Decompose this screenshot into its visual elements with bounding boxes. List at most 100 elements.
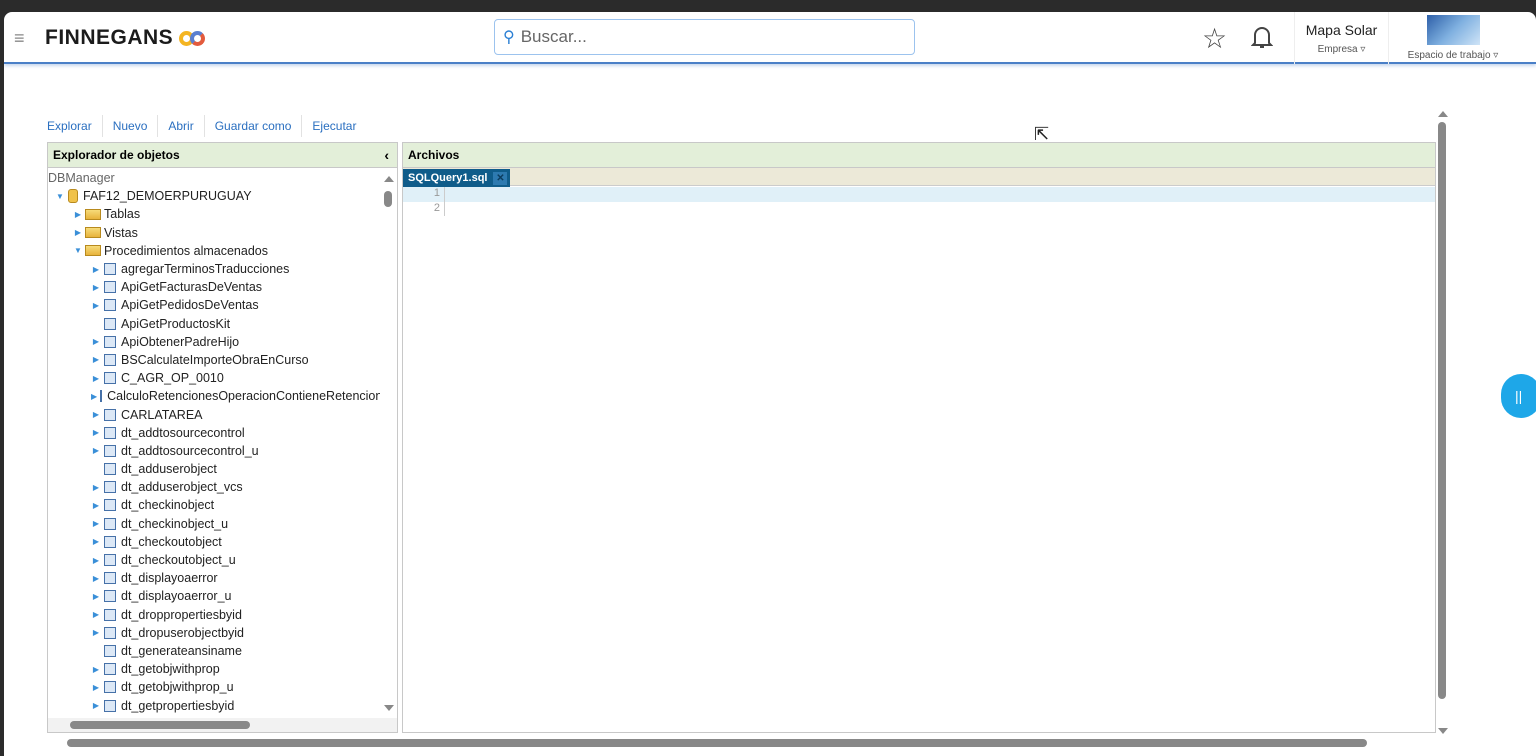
scroll-thumb[interactable] <box>67 739 1367 747</box>
sql-editor[interactable]: 1 2 <box>403 187 1435 216</box>
tree-procedure[interactable]: ▶ dt_addtosourcecontrol_u <box>48 442 381 460</box>
workspace-selector[interactable]: Espacio de trabajo ▿ <box>1390 12 1516 64</box>
toolbar: Explorar Nuevo Abrir Guardar como Ejecut… <box>47 115 366 137</box>
favorites-star-icon[interactable]: ☆ <box>1202 22 1227 55</box>
collapsed-arrow-icon[interactable]: ▶ <box>91 392 97 401</box>
procedure-label: dt_addtosourcecontrol_u <box>121 443 259 458</box>
collapsed-arrow-icon[interactable]: ▶ <box>91 337 101 346</box>
tree-root[interactable]: DBManager <box>48 169 381 187</box>
expanded-arrow-icon[interactable]: ▼ <box>55 192 65 201</box>
collapsed-arrow-icon[interactable]: ▶ <box>91 519 101 528</box>
tree-procedure[interactable]: ▶ CalculoRetencionesOperacionContieneRete… <box>48 387 381 405</box>
tree-procedure[interactable]: dt_adduserobject <box>48 460 381 478</box>
brand-logo[interactable]: FINNEGANS <box>45 26 207 50</box>
tree-procedure[interactable]: ▶ dt_checkoutobject_u <box>48 551 381 569</box>
explorar-link[interactable]: Explorar <box>47 115 103 137</box>
procedure-icon <box>104 263 116 276</box>
tree-procedure[interactable]: ▶ dt_checkinobject <box>48 496 381 514</box>
close-tab-icon[interactable]: ✕ <box>493 171 508 185</box>
company-selector[interactable]: Mapa Solar Empresa ▿ <box>1294 12 1389 64</box>
tree-procedure[interactable]: ▶ agregarTerminosTraducciones <box>48 260 381 278</box>
scroll-up-icon[interactable] <box>384 176 394 182</box>
tree-procedure[interactable]: ▶ C_AGR_OP_0010 <box>48 369 381 387</box>
tree-procedure[interactable]: ▶ dt_displayoaerror_u <box>48 587 381 605</box>
procedure-icon <box>104 608 116 621</box>
search-placeholder: Buscar... <box>520 27 587 46</box>
collapsed-arrow-icon[interactable]: ▶ <box>91 446 101 455</box>
tree-procedure[interactable]: ▶ dt_getobjwithprop <box>48 660 381 678</box>
tree-procedure[interactable]: ▶ CARLATAREA <box>48 405 381 423</box>
tree-procedure[interactable]: ▶ dt_adduserobject_vcs <box>48 478 381 496</box>
tree-procedure[interactable]: ▶ dt_getpropertiesbyid <box>48 696 381 714</box>
tree-procedure[interactable]: ▶ dt_addtosourcecontrol <box>48 424 381 442</box>
collapsed-arrow-icon[interactable]: ▶ <box>73 210 83 219</box>
notifications-bell-icon[interactable] <box>1251 23 1273 51</box>
workspace-label: Espacio de trabajo ▿ <box>1407 50 1499 61</box>
tree-vertical-scrollbar[interactable] <box>380 169 397 719</box>
tree-procedure[interactable]: ApiGetProductosKit <box>48 315 381 333</box>
editor-line[interactable]: 2 <box>403 201 1435 216</box>
tab-sqlquery1[interactable]: SQLQuery1.sql ✕ <box>403 169 511 187</box>
collapsed-arrow-icon[interactable]: ▶ <box>73 228 83 237</box>
scroll-down-icon[interactable] <box>384 705 394 711</box>
tree-procedure[interactable]: ▶ dt_getobjwithprop_u <box>48 678 381 696</box>
page-horizontal-scrollbar[interactable] <box>49 736 1434 750</box>
tree-procedure[interactable]: dt_generateansiname <box>48 642 381 660</box>
tree-folder-procedimientos[interactable]: ▼ Procedimientos almacenados <box>48 242 381 260</box>
tree-database[interactable]: ▼ FAF12_DEMOERPURUGUAY <box>48 187 381 205</box>
tree-procedure[interactable]: ▶ BSCalculateImporteObraEnCurso <box>48 351 381 369</box>
collapsed-arrow-icon[interactable]: ▶ <box>91 556 101 565</box>
menu-icon[interactable]: ≡ <box>14 28 25 49</box>
nuevo-link[interactable]: Nuevo <box>103 115 159 137</box>
scroll-thumb[interactable] <box>1438 122 1446 699</box>
collapse-panel-icon[interactable]: ‹ <box>384 143 389 167</box>
collapsed-arrow-icon[interactable]: ▶ <box>91 428 101 437</box>
procedure-icon <box>104 353 116 366</box>
side-panel-toggle[interactable]: || <box>1501 374 1536 418</box>
collapsed-arrow-icon[interactable]: ▶ <box>91 628 101 637</box>
tree-folder-tablas[interactable]: ▶ Tablas <box>48 205 381 223</box>
tree-procedure[interactable]: ▶ dt_droppropertiesbyid <box>48 606 381 624</box>
collapsed-arrow-icon[interactable]: ▶ <box>91 265 101 274</box>
tree-procedure[interactable]: ▶ dt_checkoutobject <box>48 533 381 551</box>
abrir-link[interactable]: Abrir <box>158 115 205 137</box>
collapsed-arrow-icon[interactable]: ▶ <box>91 574 101 583</box>
collapsed-arrow-icon[interactable]: ▶ <box>91 683 101 692</box>
collapsed-arrow-icon[interactable]: ▶ <box>91 501 101 510</box>
tree-procedure[interactable]: ▶ ApiGetPedidosDeVentas <box>48 296 381 314</box>
collapsed-arrow-icon[interactable]: ▶ <box>91 701 101 710</box>
collapsed-arrow-icon[interactable]: ▶ <box>91 665 101 674</box>
database-label: FAF12_DEMOERPURUGUAY <box>83 189 252 204</box>
brand-name: FINNEGANS <box>45 26 174 49</box>
editor-line[interactable]: 1 <box>403 187 1435 202</box>
search-input[interactable]: ⚲ Buscar... <box>494 19 915 55</box>
page-vertical-scrollbar[interactable] <box>1437 104 1449 734</box>
procedure-icon <box>104 572 116 585</box>
scroll-down-icon[interactable] <box>1438 728 1448 734</box>
guardar-como-link[interactable]: Guardar como <box>205 115 303 137</box>
collapsed-arrow-icon[interactable]: ▶ <box>91 592 101 601</box>
folder-label: Vistas <box>104 225 138 240</box>
ejecutar-link[interactable]: Ejecutar <box>302 115 366 137</box>
collapsed-arrow-icon[interactable]: ▶ <box>91 410 101 419</box>
expanded-arrow-icon[interactable]: ▼ <box>73 246 83 255</box>
collapsed-arrow-icon[interactable]: ▶ <box>91 537 101 546</box>
procedure-icon <box>104 644 116 657</box>
tree-procedure[interactable]: ▶ dt_checkinobject_u <box>48 515 381 533</box>
scroll-thumb[interactable] <box>384 191 392 207</box>
tree-procedure[interactable]: ▶ dt_dropuserobjectbyid <box>48 624 381 642</box>
scroll-up-icon[interactable] <box>1438 111 1448 117</box>
tree-horizontal-scrollbar[interactable] <box>48 718 397 732</box>
collapsed-arrow-icon[interactable]: ▶ <box>91 374 101 383</box>
tree-procedure[interactable]: ▶ ApiGetFacturasDeVentas <box>48 278 381 296</box>
tree-procedure[interactable]: ▶ dt_displayoaerror <box>48 569 381 587</box>
scroll-thumb[interactable] <box>70 721 250 729</box>
collapsed-arrow-icon[interactable]: ▶ <box>91 355 101 364</box>
tree-procedure[interactable]: ▶ ApiObtenerPadreHijo <box>48 333 381 351</box>
collapsed-arrow-icon[interactable]: ▶ <box>91 301 101 310</box>
collapsed-arrow-icon[interactable]: ▶ <box>91 483 101 492</box>
procedure-label: dt_getpropertiesbyid <box>121 698 235 713</box>
tree-folder-vistas[interactable]: ▶ Vistas <box>48 224 381 242</box>
collapsed-arrow-icon[interactable]: ▶ <box>91 283 101 292</box>
collapsed-arrow-icon[interactable]: ▶ <box>91 610 101 619</box>
